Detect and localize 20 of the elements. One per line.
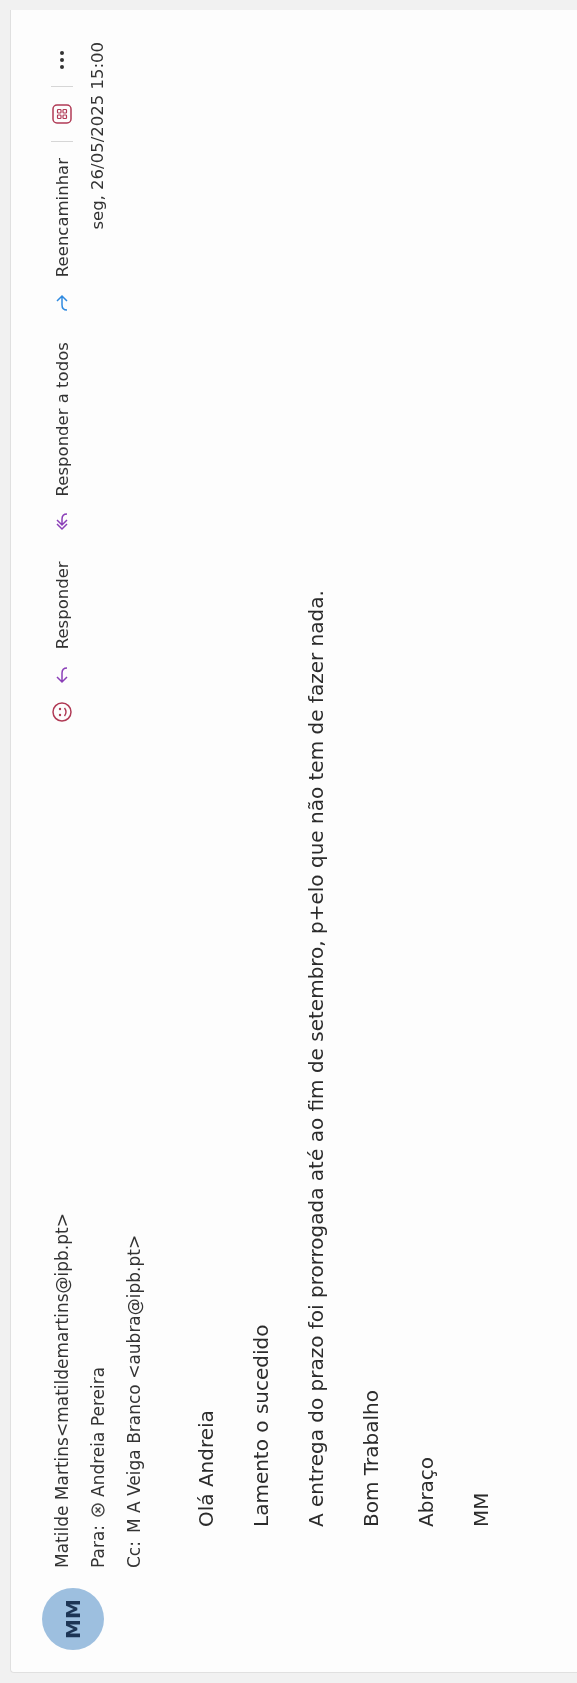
cc-recipient: M A Veiga Branco <aubra@ipb.pt>: [123, 1234, 145, 1534]
emoji-icon[interactable]: [51, 701, 73, 724]
reply-button[interactable]: Responder: [52, 561, 72, 686]
more-icon[interactable]: [59, 50, 65, 70]
message-text: A entrega do prazo foi prorrogada até ao fim de setembro, p+elo que não tem de fazer nada.: [304, 589, 328, 1527]
avatar: MM: [42, 1588, 104, 1650]
forward-button[interactable]: Reencaminhar: [52, 158, 72, 314]
message-text: Bom Trabalho: [359, 1389, 383, 1527]
reply-all-button[interactable]: Responder a todos: [52, 342, 72, 533]
message-text: Lamento o sucedido: [249, 1323, 273, 1527]
message-text: Abraço: [414, 1455, 438, 1527]
message-date: seg, 26/05/2025 15:00: [87, 42, 108, 230]
to-label: Para:: [87, 1524, 109, 1568]
sender-name: Matilde Martins<matildemartins@ipb.pt>: [51, 1212, 73, 1568]
recipient-name: Andreia Pereira: [87, 1366, 109, 1497]
message-text: MM: [469, 1491, 493, 1527]
apps-icon[interactable]: [51, 103, 73, 125]
cc-label: Cc:: [123, 1541, 145, 1568]
remove-icon[interactable]: [91, 1502, 105, 1517]
message-text: Olá Andreia: [194, 1409, 218, 1527]
